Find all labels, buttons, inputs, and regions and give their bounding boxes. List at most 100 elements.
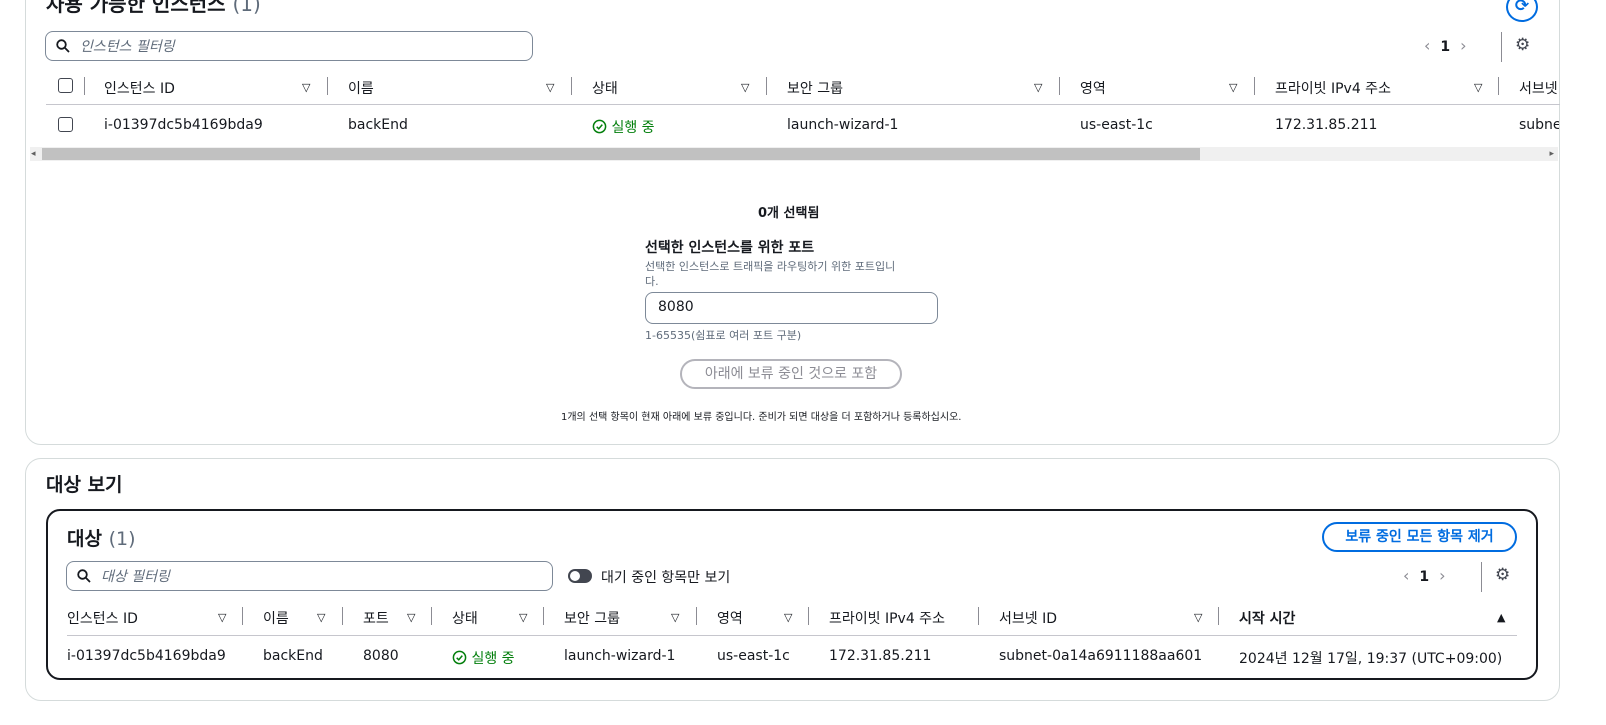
column-divider: [978, 607, 979, 625]
chevron-right-icon[interactable]: ›: [1460, 36, 1466, 55]
column-divider: [327, 77, 328, 95]
sort-icon[interactable]: ▽: [519, 611, 527, 624]
cell-security-group: launch-wizard-1: [564, 648, 676, 664]
sort-icon[interactable]: ▽: [784, 611, 792, 624]
available-instances-heading: 사용 가능한 인스턴스 (1): [46, 0, 261, 17]
column-header-private-ip[interactable]: 프라이빗 IPv4 주소: [829, 608, 945, 628]
cell-subnet-id: subnet-0a14a6911188aa601: [999, 648, 1203, 664]
sort-icon[interactable]: ▽: [1194, 611, 1202, 624]
column-header-status[interactable]: 상태: [592, 78, 618, 98]
sort-icon[interactable]: ▽: [1034, 81, 1042, 94]
page-number[interactable]: 1: [1419, 569, 1429, 585]
cell-name: backEnd: [263, 648, 323, 664]
sort-icon[interactable]: ▽: [546, 81, 554, 94]
column-header-start-time[interactable]: 시작 시간: [1239, 608, 1295, 628]
chevron-left-icon[interactable]: ‹: [1424, 36, 1430, 55]
pending-note: 1개의 선택 항목이 현재 아래에 보류 중입니다. 준비가 되면 대상을 더 …: [561, 412, 962, 423]
cell-private-ip: 172.31.85.211: [829, 648, 932, 664]
column-header-subnet-id[interactable]: 서브넷 ID: [999, 608, 1057, 628]
instance-filter-placeholder: 인스턴스 필터링: [80, 39, 175, 55]
cell-zone: us-east-1c: [717, 648, 790, 664]
sort-icon[interactable]: ▽: [671, 611, 679, 624]
horizontal-scrollbar[interactable]: ◂ ▸: [30, 147, 1558, 161]
sort-icon[interactable]: ▽: [407, 611, 415, 624]
column-header-security-group[interactable]: 보안 그룹: [787, 78, 843, 98]
column-divider: [1059, 77, 1060, 95]
port-description-cont: 다.: [645, 275, 659, 288]
column-header-name[interactable]: 이름: [263, 608, 289, 628]
review-targets-title: 대상 보기: [46, 474, 123, 496]
pager-divider: [1481, 562, 1482, 592]
selected-count: 0개 선택됨: [758, 206, 820, 221]
column-header-private-ip[interactable]: 프라이빗 IPv4 주소: [1275, 78, 1391, 98]
column-header-subnet[interactable]: 서브넷: [1519, 78, 1559, 98]
page-number[interactable]: 1: [1440, 39, 1450, 55]
pending-only-label: 대기 중인 항목만 보기: [601, 570, 731, 586]
include-as-pending-button[interactable]: 아래에 보류 중인 것으로 포함: [680, 359, 902, 389]
column-divider: [808, 607, 809, 625]
sort-icon[interactable]: ▽: [741, 81, 749, 94]
cell-port: 8080: [363, 648, 399, 664]
header-separator: [67, 635, 1517, 636]
refresh-icon: ⟳: [1514, 0, 1530, 16]
column-header-zone[interactable]: 영역: [1080, 78, 1106, 98]
settings-icon[interactable]: ⚙: [1515, 35, 1530, 55]
sort-icon[interactable]: ▽: [302, 81, 310, 94]
settings-icon[interactable]: ⚙: [1495, 565, 1510, 585]
column-divider: [543, 607, 544, 625]
column-header-instance-id[interactable]: 인스턴스 ID: [67, 608, 138, 628]
chevron-right-icon[interactable]: ›: [1439, 566, 1445, 585]
cell-status: 실행 중: [452, 648, 515, 668]
column-header-status[interactable]: 상태: [452, 608, 478, 628]
cell-status: 실행 중: [592, 117, 655, 137]
scroll-right-arrow[interactable]: ▸: [1549, 147, 1554, 161]
column-header-zone[interactable]: 영역: [717, 608, 743, 628]
status-ok-icon: [592, 119, 607, 134]
sort-icon[interactable]: ▽: [317, 611, 325, 624]
port-description: 선택한 인스턴스로 트래픽을 라우팅하기 위한 포트입니: [645, 260, 896, 273]
header-separator: [46, 104, 1560, 105]
column-divider: [431, 607, 432, 625]
cell-subnet: subnet: [1519, 117, 1559, 133]
sort-icon[interactable]: ▽: [1474, 81, 1482, 94]
sort-icon[interactable]: ▽: [218, 611, 226, 624]
column-header-port[interactable]: 포트: [363, 608, 389, 628]
available-instances-count: (1): [232, 0, 261, 16]
column-divider: [1254, 77, 1255, 95]
column-header-name[interactable]: 이름: [348, 78, 374, 98]
available-pagination: ‹ 1 ›: [1424, 36, 1467, 55]
targets-count: (1): [108, 528, 136, 550]
scroll-left-arrow[interactable]: ◂: [31, 147, 36, 161]
target-filter-input[interactable]: 대상 필터링: [66, 561, 553, 591]
search-icon: [56, 39, 70, 53]
sort-ascending-icon[interactable]: ▲: [1497, 611, 1505, 624]
column-divider: [766, 77, 767, 95]
targets-heading: 대상 (1): [67, 524, 136, 551]
sort-icon[interactable]: ▽: [1229, 81, 1237, 94]
pager-divider: [1501, 32, 1502, 62]
status-ok-icon: [452, 650, 467, 665]
port-hint: 1-65535(쉼표로 여러 포트 구분): [645, 329, 802, 342]
cell-security-group: launch-wizard-1: [787, 117, 899, 133]
cell-start-time: 2024년 12월 17일, 19:37 (UTC+09:00): [1239, 651, 1503, 667]
column-divider: [242, 607, 243, 625]
column-divider: [342, 607, 343, 625]
instance-filter-input[interactable]: 인스턴스 필터링: [45, 31, 533, 61]
cell-instance-id: i-01397dc5b4169bda9: [67, 648, 226, 664]
column-header-security-group[interactable]: 보안 그룹: [564, 608, 620, 628]
remove-all-pending-button[interactable]: 보류 중인 모든 항목 제거: [1322, 522, 1517, 552]
column-divider: [1218, 607, 1219, 625]
select-all-checkbox[interactable]: [58, 78, 73, 93]
column-header-instance-id[interactable]: 인스턴스 ID: [104, 78, 175, 98]
port-input[interactable]: 8080: [645, 292, 938, 324]
targets-title: 대상: [67, 528, 102, 550]
row-checkbox[interactable]: [58, 117, 73, 132]
pending-only-toggle[interactable]: [568, 569, 592, 583]
column-divider: [1498, 77, 1499, 95]
column-divider: [84, 77, 85, 95]
scrollbar-thumb[interactable]: [42, 148, 1200, 160]
cell-instance-id: i-01397dc5b4169bda9: [104, 117, 263, 133]
available-instances-title: 사용 가능한 인스턴스: [46, 0, 226, 16]
chevron-left-icon[interactable]: ‹: [1403, 566, 1409, 585]
cell-name: backEnd: [348, 117, 408, 133]
